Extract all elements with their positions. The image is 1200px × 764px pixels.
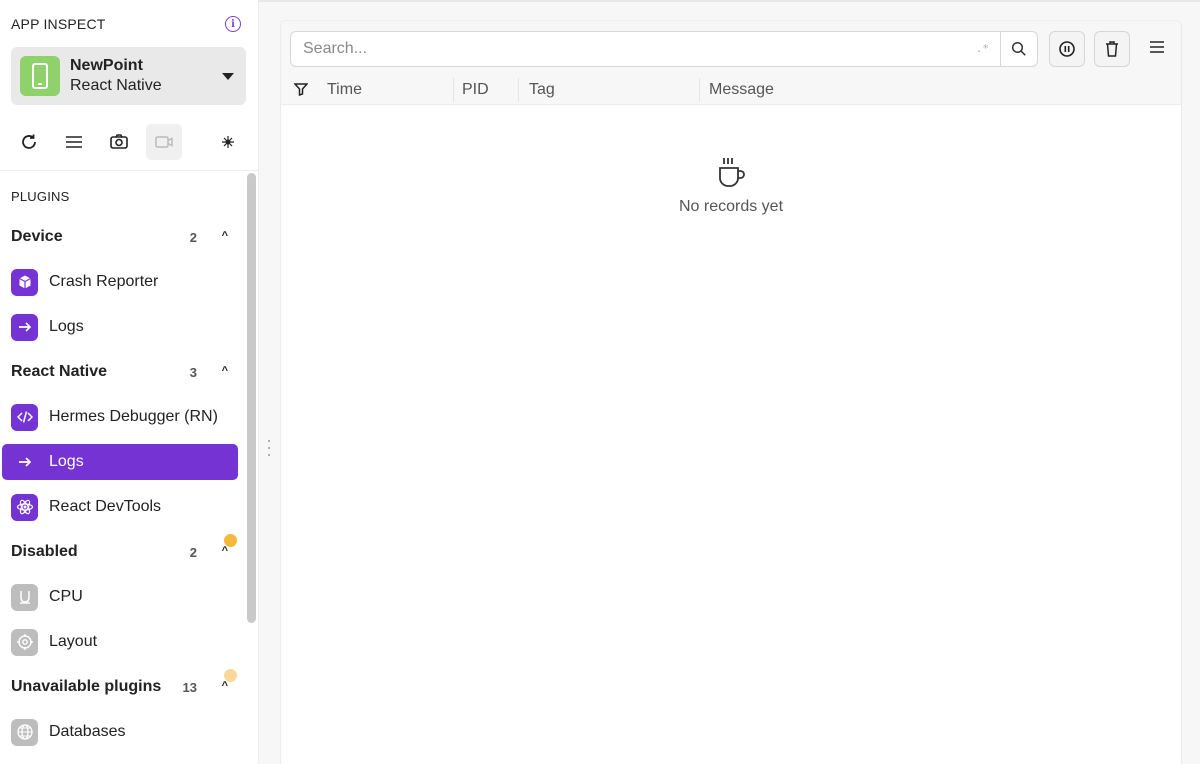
plugins-title: PLUGINS bbox=[11, 189, 70, 204]
sidebar-item-hermes-debugger[interactable]: Hermes Debugger (RN) bbox=[2, 399, 238, 435]
device-platform: React Native bbox=[70, 77, 162, 94]
sidebar-item-device-logs[interactable]: Logs bbox=[2, 309, 238, 345]
empty-state: No records yet bbox=[281, 156, 1181, 216]
column-header-message[interactable]: Message bbox=[709, 80, 774, 100]
sidebar-item-crash-reporter[interactable]: Crash Reporter bbox=[2, 264, 238, 300]
sidebar-item-label: Crash Reporter bbox=[49, 273, 159, 290]
caret-down-icon bbox=[222, 73, 234, 80]
pause-icon bbox=[1059, 41, 1075, 57]
sidebar-item-label: Layout bbox=[49, 633, 98, 650]
sparkle-button[interactable] bbox=[210, 124, 246, 160]
group-name: React Native bbox=[11, 363, 108, 380]
sidebar: APP INSPECT i NewPoint React Native PLUG… bbox=[0, 0, 259, 764]
regex-toggle[interactable]: .* bbox=[976, 42, 989, 55]
clear-button[interactable] bbox=[1094, 31, 1130, 67]
sidebar-scrollbar-thumb[interactable] bbox=[247, 173, 256, 623]
target-icon bbox=[11, 628, 38, 656]
chevron-up-icon[interactable]: ^ bbox=[222, 680, 228, 692]
arrow-right-icon bbox=[11, 313, 38, 341]
group-device[interactable]: Device 2 ^ bbox=[11, 225, 231, 249]
code-icon bbox=[11, 403, 38, 431]
app-inspect-title: APP INSPECT bbox=[11, 16, 106, 32]
arrow-right-icon bbox=[11, 449, 38, 476]
group-count: 2 bbox=[189, 229, 197, 245]
logs-panel: .* Time PID Tag bbox=[280, 20, 1182, 764]
sidebar-item-label: Hermes Debugger (RN) bbox=[49, 408, 218, 425]
column-header-pid[interactable]: PID bbox=[462, 80, 489, 100]
reload-button[interactable] bbox=[11, 124, 47, 160]
phone-icon bbox=[20, 56, 60, 96]
plugin-list: PLUGINS Device 2 ^ Crash Reporter Logs R… bbox=[0, 171, 243, 764]
column-header-tag[interactable]: Tag bbox=[529, 80, 555, 100]
search-input[interactable] bbox=[303, 40, 963, 58]
group-count: 13 bbox=[182, 679, 197, 695]
logs-toolbar: .* Time PID Tag bbox=[281, 21, 1181, 105]
column-divider[interactable] bbox=[699, 78, 700, 102]
group-name: Unavailable plugins bbox=[11, 678, 162, 695]
device-selector[interactable]: NewPoint React Native bbox=[11, 47, 246, 105]
chevron-up-icon[interactable]: ^ bbox=[222, 365, 228, 377]
atom-icon bbox=[11, 493, 38, 521]
more-menu-button[interactable] bbox=[1145, 35, 1169, 59]
device-name: NewPoint bbox=[70, 57, 143, 74]
trash-icon bbox=[1106, 41, 1118, 57]
sidebar-item-label: React DevTools bbox=[49, 498, 162, 515]
search-icon bbox=[1011, 41, 1026, 56]
sidebar-item-databases[interactable]: Databases bbox=[2, 714, 238, 750]
notification-badge bbox=[224, 534, 237, 547]
sparkle-icon bbox=[222, 136, 234, 148]
cube-icon bbox=[11, 268, 38, 296]
video-camera-icon bbox=[155, 136, 173, 148]
table-header: Time PID Tag Message bbox=[281, 75, 1181, 105]
sidebar-item-label: Databases bbox=[49, 723, 126, 740]
globe-icon bbox=[11, 718, 38, 746]
group-unavailable-plugins[interactable]: Unavailable plugins 13 ^ bbox=[11, 675, 231, 699]
search-box: .* bbox=[290, 31, 1038, 67]
cpu-icon bbox=[11, 583, 38, 611]
group-name: Disabled bbox=[11, 543, 78, 560]
filter-icon[interactable] bbox=[293, 82, 309, 101]
chevron-up-icon[interactable]: ^ bbox=[222, 545, 228, 557]
group-count: 3 bbox=[189, 364, 197, 380]
group-disabled[interactable]: Disabled 2 ^ bbox=[11, 540, 231, 564]
sidebar-item-label: Logs bbox=[49, 453, 84, 470]
info-icon[interactable]: i bbox=[225, 16, 241, 32]
sidebar-item-rn-logs[interactable]: Logs bbox=[2, 444, 238, 480]
sidebar-item-cpu[interactable]: CPU bbox=[2, 579, 238, 615]
screenshot-button[interactable] bbox=[101, 124, 137, 160]
camera-icon bbox=[110, 134, 128, 149]
app-window: APP INSPECT i NewPoint React Native PLUG… bbox=[0, 0, 1200, 764]
hamburger-icon bbox=[1150, 41, 1164, 53]
search-button[interactable] bbox=[1000, 32, 1037, 66]
resize-handle[interactable] bbox=[267, 440, 271, 456]
column-header-time[interactable]: Time bbox=[327, 80, 362, 100]
chevron-up-icon[interactable]: ^ bbox=[222, 230, 228, 242]
app-inspect-header: APP INSPECT i bbox=[11, 14, 241, 34]
sidebar-item-react-devtools[interactable]: React DevTools bbox=[2, 489, 238, 525]
list-icon bbox=[66, 136, 82, 148]
record-button[interactable] bbox=[146, 124, 182, 160]
reload-icon bbox=[22, 134, 36, 149]
group-react-native[interactable]: React Native 3 ^ bbox=[11, 360, 231, 384]
group-name: Device bbox=[11, 228, 63, 245]
device-toolbar bbox=[11, 123, 246, 161]
sidebar-item-label: Logs bbox=[49, 318, 84, 335]
sidebar-item-label: CPU bbox=[49, 588, 83, 605]
coffee-cup-icon bbox=[719, 158, 745, 187]
column-divider[interactable] bbox=[518, 78, 519, 102]
notification-badge bbox=[224, 669, 237, 682]
group-count: 2 bbox=[189, 544, 197, 560]
empty-state-text: No records yet bbox=[678, 198, 784, 215]
menu-list-button[interactable] bbox=[56, 124, 92, 160]
column-divider[interactable] bbox=[453, 78, 454, 102]
top-border bbox=[259, 0, 1200, 2]
sidebar-item-layout[interactable]: Layout bbox=[2, 624, 238, 660]
pause-button[interactable] bbox=[1049, 31, 1085, 67]
